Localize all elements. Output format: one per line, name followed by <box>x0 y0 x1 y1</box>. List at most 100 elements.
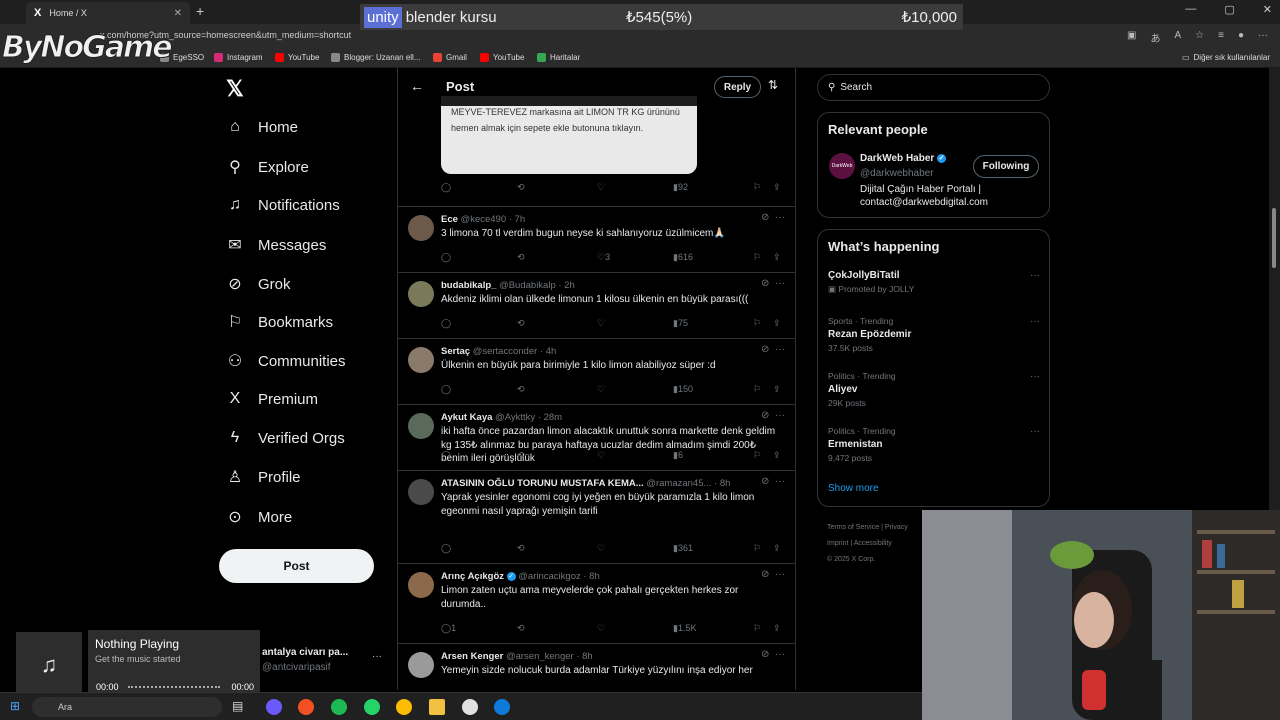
footer-terms[interactable]: Terms of Service <box>827 524 879 531</box>
favorite-star-icon[interactable]: ☆ <box>1195 30 1204 45</box>
trend-item[interactable]: Politics · Trending Aliyev 29K posts ··· <box>828 371 1040 408</box>
bookmark-item[interactable]: Blogger: Uzanan ell... <box>331 53 421 62</box>
repost-icon[interactable]: ⟲ <box>517 252 525 263</box>
repost-icon[interactable]: ⟲ <box>517 623 525 634</box>
like-icon[interactable]: ♡ <box>597 543 605 554</box>
show-more-link[interactable]: Show more <box>828 483 879 494</box>
views-icon[interactable]: ▮ 616 <box>673 252 693 263</box>
nav-item-bookmarks[interactable]: ⚐ Bookmarks <box>226 312 333 332</box>
avatar[interactable] <box>408 652 434 678</box>
more-icon[interactable]: ··· <box>775 649 785 660</box>
reply-tweet[interactable]: Sertaç @sertacconder · 4h ⊘ ··· Ülkenin en… <box>398 338 795 404</box>
bookmark-item[interactable]: YouTube <box>480 53 524 62</box>
reply-icon[interactable]: ◯ 1 <box>441 623 456 634</box>
trend-more-icon[interactable]: ··· <box>1030 270 1040 281</box>
repost-icon[interactable]: ⟲ <box>517 543 525 554</box>
more-icon[interactable]: ··· <box>775 344 785 355</box>
windows-start-icon[interactable]: ⊞ <box>10 699 20 713</box>
more-icon[interactable]: ··· <box>775 278 785 289</box>
trend-item[interactable]: ÇokJollyBiTatil ▣ Promoted by JOLLY ··· <box>828 270 1040 295</box>
views-icon[interactable]: ▮ 92 <box>673 182 688 193</box>
like-icon[interactable]: ♡ <box>597 623 605 634</box>
more-icon[interactable]: ··· <box>775 476 785 487</box>
author-name[interactable]: Arsen Kenger <box>441 651 503 662</box>
nav-item-messages[interactable]: ✉ Messages <box>226 235 326 255</box>
taskbar-search[interactable]: Ara <box>32 697 222 717</box>
nav-item-verified-orgs[interactable]: ϟ Verified Orgs <box>226 429 345 447</box>
bookmark-icon[interactable]: ⚐ <box>753 450 761 461</box>
views-icon[interactable]: ▮ 361 <box>673 543 693 554</box>
scrollbar-thumb[interactable] <box>1272 208 1276 268</box>
avatar[interactable] <box>408 572 434 598</box>
repost-icon[interactable]: ⟲ <box>517 182 525 193</box>
post-button[interactable]: Post <box>219 549 374 583</box>
reply-icon[interactable]: ◯ <box>441 252 451 263</box>
close-window-icon[interactable]: ✕ <box>1263 3 1272 16</box>
author-handle[interactable]: @arsen_kenger <box>506 651 574 662</box>
extensions-icon[interactable]: ▣ <box>1127 30 1136 45</box>
trend-more-icon[interactable]: ··· <box>1030 426 1040 437</box>
more-icon[interactable]: ··· <box>775 212 785 223</box>
share-icon[interactable]: ⇪ <box>773 182 781 193</box>
grok-icon[interactable]: ⊘ <box>761 410 769 421</box>
grok-icon[interactable]: ⊘ <box>761 278 769 289</box>
reply-tweet[interactable]: budabikalp_ @Budabikalp · 2h ⊘ ··· Akdeniz… <box>398 272 795 338</box>
share-icon[interactable]: ⇪ <box>773 318 781 329</box>
nav-item-communities[interactable]: ⚇ Communities <box>226 351 346 371</box>
edge-icon[interactable] <box>494 699 510 715</box>
filter-icon[interactable]: ⇅ <box>768 78 778 92</box>
bookmark-icon[interactable]: ⚐ <box>753 318 761 329</box>
like-icon[interactable]: ♡ 3 <box>597 252 610 263</box>
grok-icon[interactable]: ⊘ <box>761 569 769 580</box>
reply-icon[interactable]: ◯ <box>441 182 451 193</box>
reply-icon[interactable]: ◯ <box>441 543 451 554</box>
page-scrollbar[interactable] <box>1269 68 1280 510</box>
bookmark-item[interactable]: YouTube <box>275 53 319 62</box>
profile-avatar-icon[interactable]: ● <box>1238 30 1244 45</box>
trend-more-icon[interactable]: ··· <box>1030 371 1040 382</box>
nav-item-notifications[interactable]: ♫ Notifications <box>226 196 340 214</box>
author-name[interactable]: Aykut Kaya <box>441 412 492 423</box>
trend-item[interactable]: Politics · Trending Ermenistan 9,472 posts… <box>828 426 1040 463</box>
office-icon[interactable] <box>298 699 314 715</box>
spotify-icon[interactable] <box>331 699 347 715</box>
views-icon[interactable]: ▮ 75 <box>673 318 688 329</box>
author-handle[interactable]: @Budabikalp <box>499 280 556 291</box>
x-logo-icon[interactable]: 𝕏 <box>226 76 244 102</box>
reply-tweet[interactable]: Arınç Açıkgöz ✓ @arincacikgoz · 8h ⊘ ··· L… <box>398 563 795 643</box>
read-aloud-icon[interactable]: A <box>1174 30 1181 45</box>
like-icon[interactable]: ♡ <box>597 384 605 395</box>
search-input[interactable]: ⚲ Search <box>817 74 1050 101</box>
person-name[interactable]: DarkWeb Haber ✓ <box>860 153 947 164</box>
whatsapp-icon[interactable] <box>364 699 380 715</box>
views-icon[interactable]: ▮ 6 <box>673 450 683 461</box>
repost-icon[interactable]: ⟲ <box>517 450 525 461</box>
new-tab-button[interactable]: + <box>196 3 204 19</box>
reply-tweet[interactable]: ATASININ OĞLU TORUNU MUSTAFA KEMA... @ra… <box>398 470 795 563</box>
browser-tab-home[interactable]: X Home / X ✕ <box>26 2 190 24</box>
footer-imprint[interactable]: Imprint <box>827 540 848 547</box>
reply-tweet[interactable]: Ece @kece490 · 7h ⊘ ··· 3 limona 70 tl ver… <box>398 206 795 272</box>
nav-item-premium[interactable]: X Premium <box>226 390 318 408</box>
like-icon[interactable]: ♡ <box>597 450 605 461</box>
bookmark-icon[interactable]: ⚐ <box>753 182 761 193</box>
reply-icon[interactable]: ◯ <box>441 450 451 461</box>
reply-tweet[interactable]: Arsen Kenger @arsen_kenger · 8h ⊘ ··· Yeme… <box>398 643 795 690</box>
bookmark-icon[interactable]: ⚐ <box>753 623 761 634</box>
bookmark-item[interactable]: Gmail <box>433 53 467 62</box>
account-more-icon[interactable]: ··· <box>372 651 382 662</box>
repost-icon[interactable]: ⟲ <box>517 384 525 395</box>
author-name[interactable]: ATASININ OĞLU TORUNU MUSTAFA KEMA... <box>441 478 644 489</box>
menu-dots-icon[interactable]: ··· <box>1258 30 1268 45</box>
nav-item-explore[interactable]: ⚲ Explore <box>226 157 309 177</box>
translate-icon[interactable]: あ <box>1150 30 1160 45</box>
like-icon[interactable]: ♡ <box>597 318 605 329</box>
chrome-icon[interactable] <box>396 699 412 715</box>
bookmark-item[interactable]: Instagram <box>214 53 263 62</box>
share-icon[interactable]: ⇪ <box>773 450 781 461</box>
share-icon[interactable]: ⇪ <box>773 543 781 554</box>
avatar[interactable] <box>408 413 434 439</box>
bookmark-item[interactable]: Haritalar <box>537 53 580 62</box>
views-icon[interactable]: ▮ 1.5K <box>673 623 696 634</box>
bookmark-icon[interactable]: ⚐ <box>753 252 761 263</box>
